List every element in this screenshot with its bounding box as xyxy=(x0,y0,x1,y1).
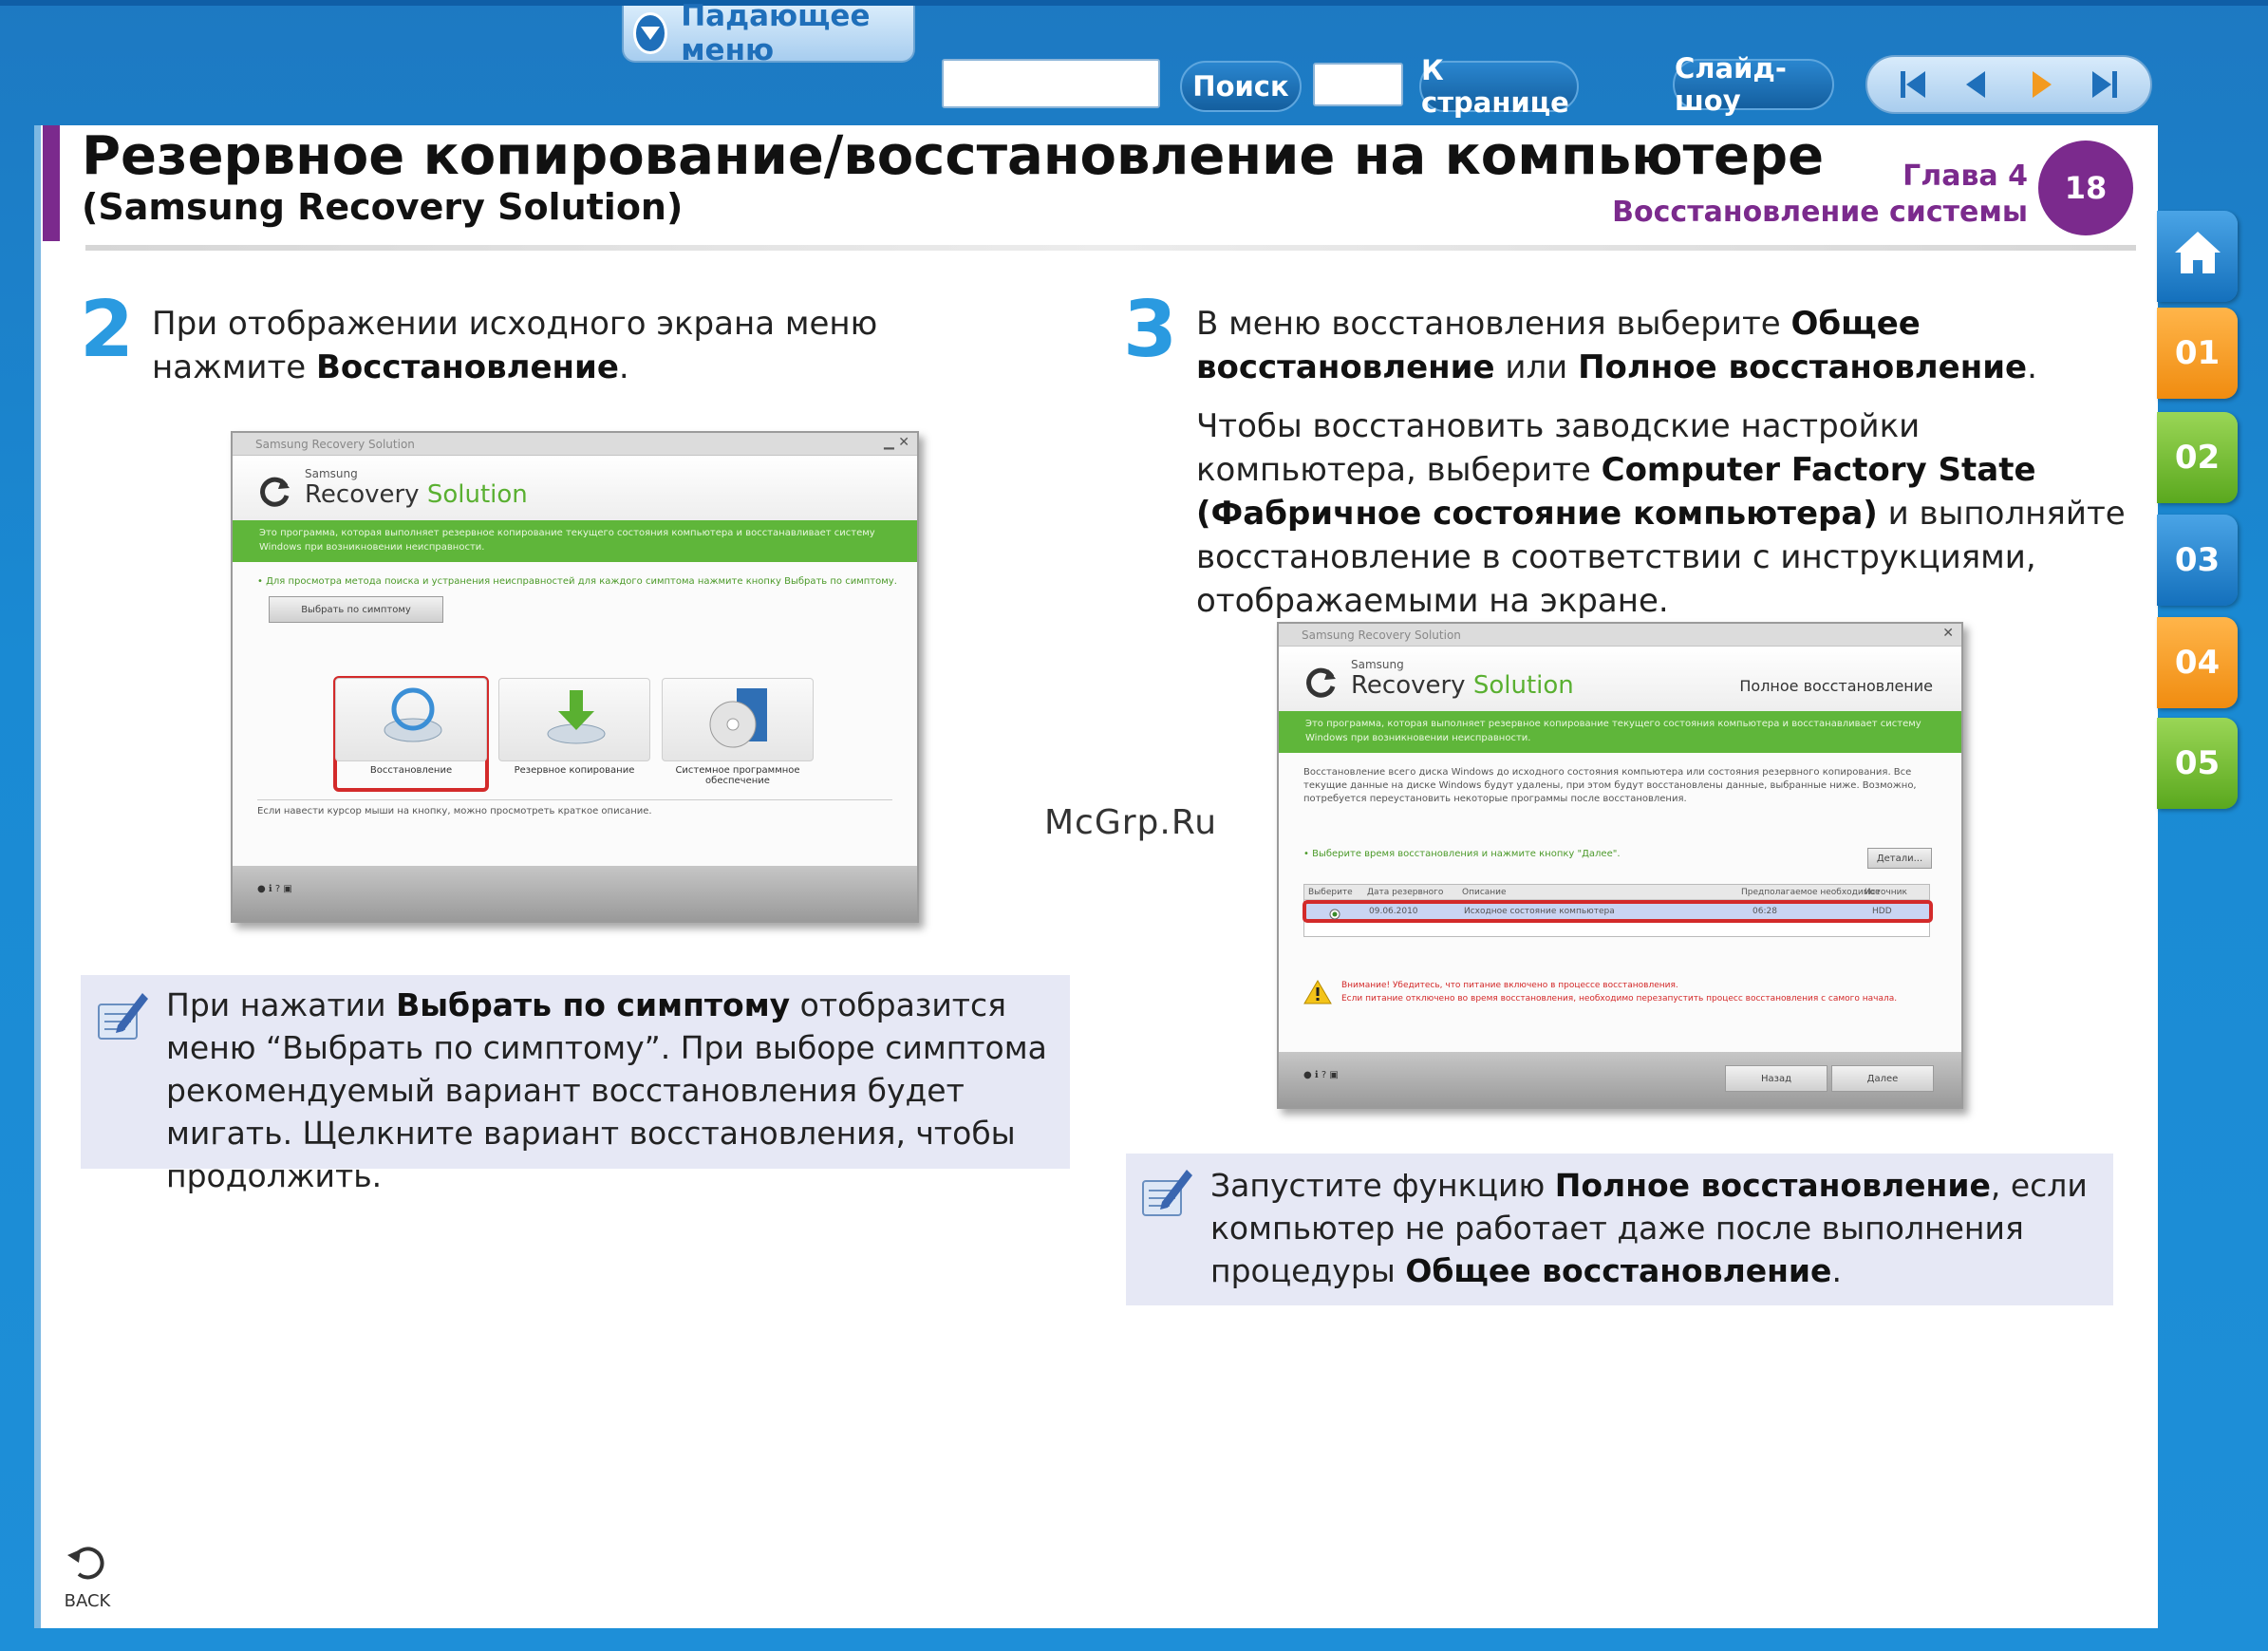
chapter-tab-05[interactable]: 05 xyxy=(2157,718,2238,809)
window-controls: ▁ ✕ xyxy=(884,435,909,450)
note-pen-icon xyxy=(1137,1164,1196,1223)
title-accent-bar xyxy=(43,125,60,241)
chapter-label: Глава 4 xyxy=(1902,159,2028,193)
step-2-text: При отображении исходного экрана меню на… xyxy=(152,305,878,386)
warning-icon xyxy=(1303,979,1332,1009)
note-pen-icon xyxy=(93,987,152,1046)
logo-product: Recovery Solution xyxy=(1351,671,1574,700)
select-by-symptom-button[interactable]: Выбрать по симптому xyxy=(269,596,443,623)
watermark: McGrp.Ru xyxy=(1044,803,1218,842)
search-button[interactable]: Поиск xyxy=(1180,61,1302,112)
window-titlebar: Samsung Recovery Solution xyxy=(1279,624,1961,647)
footer-icons: ● ℹ ? ▣ xyxy=(257,884,292,894)
window-body: Восстановление всего диска Windows до ис… xyxy=(1279,753,1961,1056)
window-titlebar: Samsung Recovery Solution xyxy=(233,433,917,456)
column-header: Выберите xyxy=(1308,888,1353,897)
last-page-icon[interactable] xyxy=(2081,61,2128,108)
window-divider xyxy=(257,799,892,800)
power-warning: Внимание! Убедитесь, что питание включен… xyxy=(1341,981,1898,1004)
back-button[interactable]: Назад xyxy=(1725,1065,1828,1092)
home-tab[interactable] xyxy=(2157,211,2238,302)
page-number-badge: 18 xyxy=(2038,141,2133,235)
download-backup-icon xyxy=(545,686,608,751)
app-description-banner: Это программа, которая выполняет резервн… xyxy=(233,520,917,562)
refresh-logo-icon xyxy=(257,475,291,513)
chapter-name: Восстановление системы xyxy=(1612,196,2028,229)
note-1-text: При нажатии Выбрать по симптому отобрази… xyxy=(166,986,1047,1194)
page-navigation xyxy=(1865,55,2152,114)
title-divider xyxy=(85,245,2136,251)
window-close[interactable]: ✕ xyxy=(1942,626,1954,641)
note-2-text: Запустите функцию Полное восстановление,… xyxy=(1210,1167,2088,1289)
page-number-input[interactable] xyxy=(1313,63,1403,106)
disk-restore-icon xyxy=(382,686,444,751)
page-subtitle: (Samsung Recovery Solution) xyxy=(82,186,684,228)
row-date: 09.06.2010 xyxy=(1369,907,1418,916)
window-body: • Для просмотра метода поиска и устранен… xyxy=(233,562,917,868)
go-to-page-button[interactable]: К странице xyxy=(1419,54,1579,119)
step-3-number: 3 xyxy=(1123,285,1178,375)
step-3-text: В меню восстановления выберите Общее вос… xyxy=(1196,305,2037,386)
symptom-hint: • Для просмотра метода поиска и устранен… xyxy=(257,576,897,587)
next-page-icon[interactable] xyxy=(2017,61,2065,108)
recovery-description: Восстановление всего диска Windows до ис… xyxy=(1303,767,1917,804)
app-description-banner: Это программа, которая выполняет резервн… xyxy=(1279,711,1961,753)
previous-page-icon[interactable] xyxy=(1953,61,2000,108)
tooltip-hint: Если навести курсор мыши на кнопку, можн… xyxy=(257,806,652,816)
next-button[interactable]: Далее xyxy=(1831,1065,1934,1092)
window-footer: ● ℹ ? ▣ xyxy=(233,866,917,921)
window-footer: ● ℹ ? ▣ Назад Далее xyxy=(1279,1052,1961,1107)
page-title: Резервное копирование/восстановление на … xyxy=(82,125,1825,187)
app-logo-area: Samsung Recovery Solution xyxy=(233,456,917,520)
back-nav-button[interactable]: BACK xyxy=(59,1540,116,1616)
step-3-paragraph: Чтобы восстановить заводские настройки к… xyxy=(1196,407,2126,620)
first-page-icon[interactable] xyxy=(1889,61,1937,108)
software-cd-icon xyxy=(704,685,773,755)
column-header: Предполагаемое необходимое xyxy=(1741,888,1881,897)
refresh-logo-icon xyxy=(1303,666,1338,704)
row-source: HDD xyxy=(1872,907,1892,916)
chapter-tab-02[interactable]: 02 xyxy=(2157,412,2238,503)
restore-points-table: Выберите Дата резервного Описание Предпо… xyxy=(1303,884,1933,937)
full-recovery-window: Samsung Recovery Solution ✕ Samsung Reco… xyxy=(1277,622,1963,1109)
backup-option-label: Резервное копирование xyxy=(514,765,635,776)
logo-product: Recovery Solution xyxy=(305,480,528,509)
radio-selected-icon[interactable] xyxy=(1329,906,1340,924)
column-header: Источник xyxy=(1865,888,1907,897)
chapter-tab-03[interactable]: 03 xyxy=(2157,515,2238,606)
system-software-option-button[interactable] xyxy=(662,678,814,761)
system-software-option-label: Системное программное обеспечение xyxy=(675,765,800,786)
logo-brand: Samsung xyxy=(1351,658,1404,671)
column-header: Описание xyxy=(1462,888,1507,897)
chapter-tab-04[interactable]: 04 xyxy=(2157,617,2238,708)
home-icon xyxy=(2171,228,2224,286)
table-row[interactable]: 09.06.2010 Исходное состояние компьютера… xyxy=(1303,900,1933,923)
backup-option-button[interactable] xyxy=(498,678,650,761)
search-input[interactable] xyxy=(942,59,1160,108)
chapter-tab-01[interactable]: 01 xyxy=(2157,308,2238,399)
logo-brand: Samsung xyxy=(305,467,358,480)
back-arrow-icon xyxy=(66,1540,109,1587)
footer-icons: ● ℹ ? ▣ xyxy=(1303,1070,1339,1080)
details-button[interactable]: Детали... xyxy=(1867,848,1932,869)
recovery-option-label: Восстановление xyxy=(369,765,453,776)
table-header: Выберите Дата резервного Описание Предпо… xyxy=(1304,885,1929,900)
recovery-main-window: Samsung Recovery Solution ▁ ✕ Samsung Re… xyxy=(231,431,919,923)
dropdown-menu-label: Падающее меню xyxy=(681,0,871,67)
chevron-down-icon xyxy=(633,12,668,54)
back-label: BACK xyxy=(64,1591,111,1611)
window-heading: Полное восстановление xyxy=(1739,677,1933,695)
app-logo-area: Samsung Recovery Solution Полное восстан… xyxy=(1279,647,1961,711)
row-description: Исходное состояние компьютера xyxy=(1464,907,1615,916)
dropdown-menu-button[interactable]: Падающее меню xyxy=(622,0,915,67)
recovery-option-button[interactable] xyxy=(335,678,487,761)
top-border xyxy=(0,0,2268,6)
column-header: Дата резервного xyxy=(1367,888,1444,897)
row-time: 06:28 xyxy=(1753,907,1777,916)
step-2-number: 2 xyxy=(80,285,135,375)
time-select-hint: • Выберите время восстановления и нажмит… xyxy=(1303,849,1621,859)
slideshow-button[interactable]: Слайд-шоу xyxy=(1673,52,1834,117)
